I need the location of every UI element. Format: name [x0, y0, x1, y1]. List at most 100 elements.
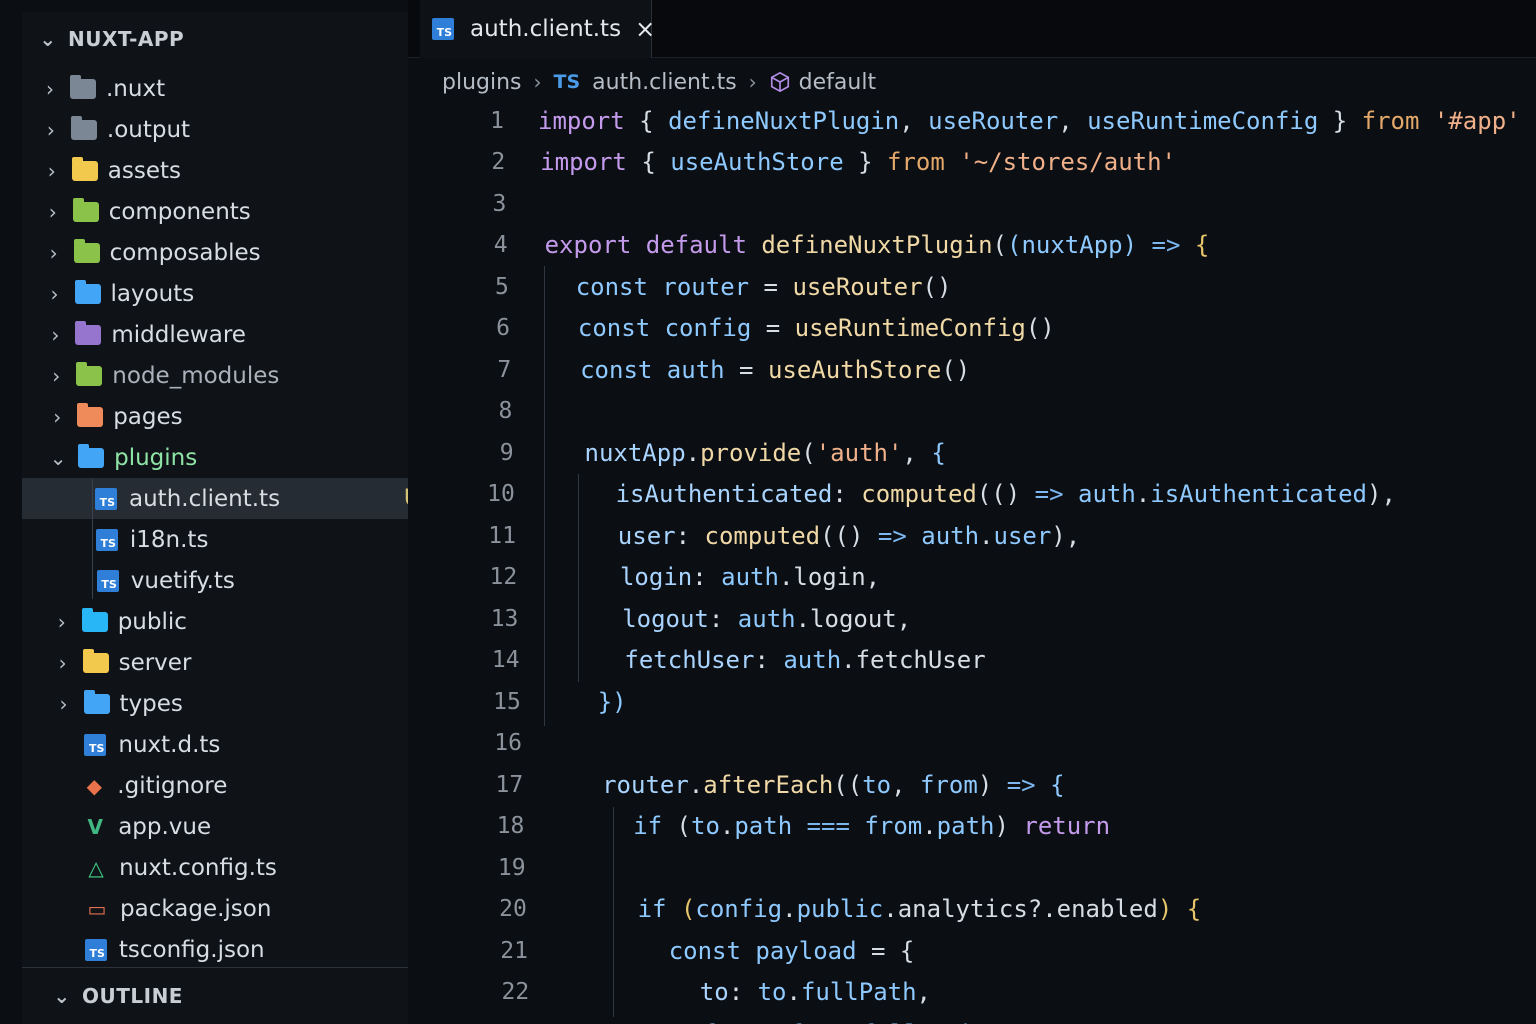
tree-item-plugins[interactable]: ⌄ plugins [22, 437, 440, 478]
code-token: isAuthenticated [1150, 480, 1367, 509]
code-line[interactable]: 19 [408, 847, 1536, 889]
tree-item-label: auth.client.ts [129, 485, 281, 512]
code-text: if (to.path === from.path) return [575, 812, 1110, 840]
code-line[interactable]: 15 }) [408, 681, 1536, 723]
code-line[interactable]: 8 [408, 391, 1536, 433]
tree-item-label: types [119, 690, 183, 717]
code-line[interactable]: 17 router.afterEach((to, from) => { [408, 764, 1536, 806]
code-token: . [922, 812, 937, 841]
explorer-header[interactable]: ⌄ NUXT-APP [36, 26, 184, 52]
tree-item-vuetify-ts[interactable]: TS vuetify.ts [22, 560, 440, 601]
symbol-cube-icon [770, 71, 789, 93]
close-icon[interactable]: × [635, 15, 655, 43]
tree-item-label: .gitignore [117, 772, 228, 799]
code-text: isAuthenticated: computed(() => auth.isA… [558, 480, 1396, 508]
chevron-right-icon: › [48, 199, 57, 224]
tree-item-nuxt-config-ts[interactable]: △ nuxt.config.ts [22, 847, 440, 888]
chevron-right-icon: › [748, 70, 757, 94]
tree-item-pages[interactable]: › pages [22, 396, 440, 437]
code-line[interactable]: 4 export default defineNuxtPlugin((nuxtAp… [408, 225, 1536, 267]
code-line[interactable]: 1 import { defineNuxtPlugin, useRouter, u… [408, 100, 1536, 142]
tree-item-layouts[interactable]: › layouts [22, 273, 440, 314]
folder-icon [82, 648, 109, 673]
breadcrumb-symbol[interactable]: default [799, 70, 876, 95]
tree-item-middleware[interactable]: › middleware [22, 314, 440, 355]
code-line[interactable]: 2 import { useAuthStore } from '~/stores/… [408, 142, 1536, 184]
code-line[interactable]: 7 const auth = useAuthStore() [408, 349, 1536, 391]
line-number: 17 [495, 771, 524, 798]
tree-item-label: middleware [111, 321, 246, 348]
code-token: useAuthStore [670, 148, 844, 177]
code-line[interactable]: 13 logout: auth.logout, [408, 598, 1536, 640]
code-line[interactable]: 12 login: auth.login, [408, 557, 1536, 599]
code-token: isAuthenticated [615, 480, 833, 509]
code-area[interactable]: 1 import { defineNuxtPlugin, useRouter, u… [408, 100, 1536, 1024]
line-number: 3 [492, 190, 507, 217]
code-token: user [993, 521, 1052, 550]
code-token: = { [856, 936, 915, 965]
code-token: , [902, 438, 932, 467]
code-line[interactable]: 9 nuxtApp.provide('auth', { [408, 432, 1536, 474]
code-token: }) [597, 687, 627, 716]
line-number: 11 [488, 522, 516, 549]
outline-section-header[interactable]: ⌄ OUTLINE [22, 967, 440, 1024]
tree-item-label: node_modules [112, 362, 280, 389]
tree-item-assets[interactable]: › assets [22, 150, 440, 191]
code-token: . [841, 646, 856, 675]
tree-item-nuxt-d-ts[interactable]: TS nuxt.d.ts [22, 724, 440, 765]
chevron-right-icon: › [51, 322, 60, 347]
code-token: : [832, 480, 862, 509]
tree-item-components[interactable]: › components [22, 191, 440, 232]
tree-item-tsconfig-json[interactable]: TS tsconfig.json [22, 929, 440, 970]
tree-item-app-vue[interactable]: Vapp.vue [22, 806, 440, 847]
code-line[interactable]: 11 user: computed(() => auth.user), [408, 515, 1536, 557]
tree-item-types[interactable]: › types [22, 683, 440, 724]
code-line[interactable]: 10 isAuthenticated: computed(() => auth.… [408, 474, 1536, 516]
code-line[interactable]: 16 [408, 723, 1536, 765]
tree-item-nuxt[interactable]: › .nuxt [22, 68, 440, 109]
code-text: export default defineNuxtPlugin((nuxtApp… [545, 231, 1210, 259]
folder-icon [72, 197, 99, 222]
tab-auth-client[interactable]: TS auth.client.ts × [420, 0, 655, 58]
tree-item-node-modules[interactable]: › node_modules [22, 355, 440, 396]
code-token: auth [783, 646, 842, 675]
code-line[interactable]: 3 [408, 183, 1536, 225]
breadcrumb-file[interactable]: auth.client.ts [592, 70, 737, 95]
code-line[interactable]: 22 to: to.fullPath, [408, 972, 1536, 1014]
code-token: : [675, 521, 705, 550]
code-token: const [580, 355, 653, 384]
code-line[interactable]: 5 const router = useRouter() [408, 266, 1536, 308]
tree-item-label: .output [106, 116, 191, 143]
code-token: => [1034, 480, 1064, 509]
code-token: () [922, 272, 952, 301]
code-token: { [1186, 895, 1202, 924]
tree-item-server[interactable]: › server [22, 642, 440, 683]
tree-item-composables[interactable]: › composables [22, 232, 440, 273]
code-line[interactable]: 14 fetchUser: auth.fetchUser [408, 640, 1536, 682]
code-line[interactable]: 20 if (config.public.analytics?.enabled)… [408, 889, 1536, 931]
code-token: const [575, 272, 648, 301]
tree-item-i18n-ts[interactable]: TS i18n.ts [22, 519, 440, 560]
tree-item-auth-client-ts[interactable]: TSauth.client.tsU [22, 478, 440, 519]
code-line[interactable]: 18 if (to.path === from.path) return [408, 806, 1536, 848]
breadcrumb-folder[interactable]: plugins [442, 70, 522, 95]
code-token: ) [1157, 895, 1173, 924]
code-line[interactable]: 6 const config = useRuntimeConfig() [408, 308, 1536, 350]
code-token: . [685, 438, 701, 467]
code-token: import [538, 106, 625, 135]
tree-item-output[interactable]: › .output [22, 109, 440, 150]
tree-item-package-json[interactable]: ▭ package.json [22, 888, 440, 929]
tree-item-public[interactable]: › public [22, 601, 440, 642]
code-line[interactable]: from: from.fullPath, [408, 1013, 1536, 1024]
tree-item-gitignore[interactable]: ◆ .gitignore [22, 765, 440, 806]
chevron-down-icon: ⌄ [53, 984, 71, 1008]
code-token: => [1151, 231, 1181, 260]
code-line[interactable]: 21 const payload = { [408, 930, 1536, 972]
code-token: config [695, 895, 783, 924]
code-text: const router = useRouter() [547, 273, 952, 301]
